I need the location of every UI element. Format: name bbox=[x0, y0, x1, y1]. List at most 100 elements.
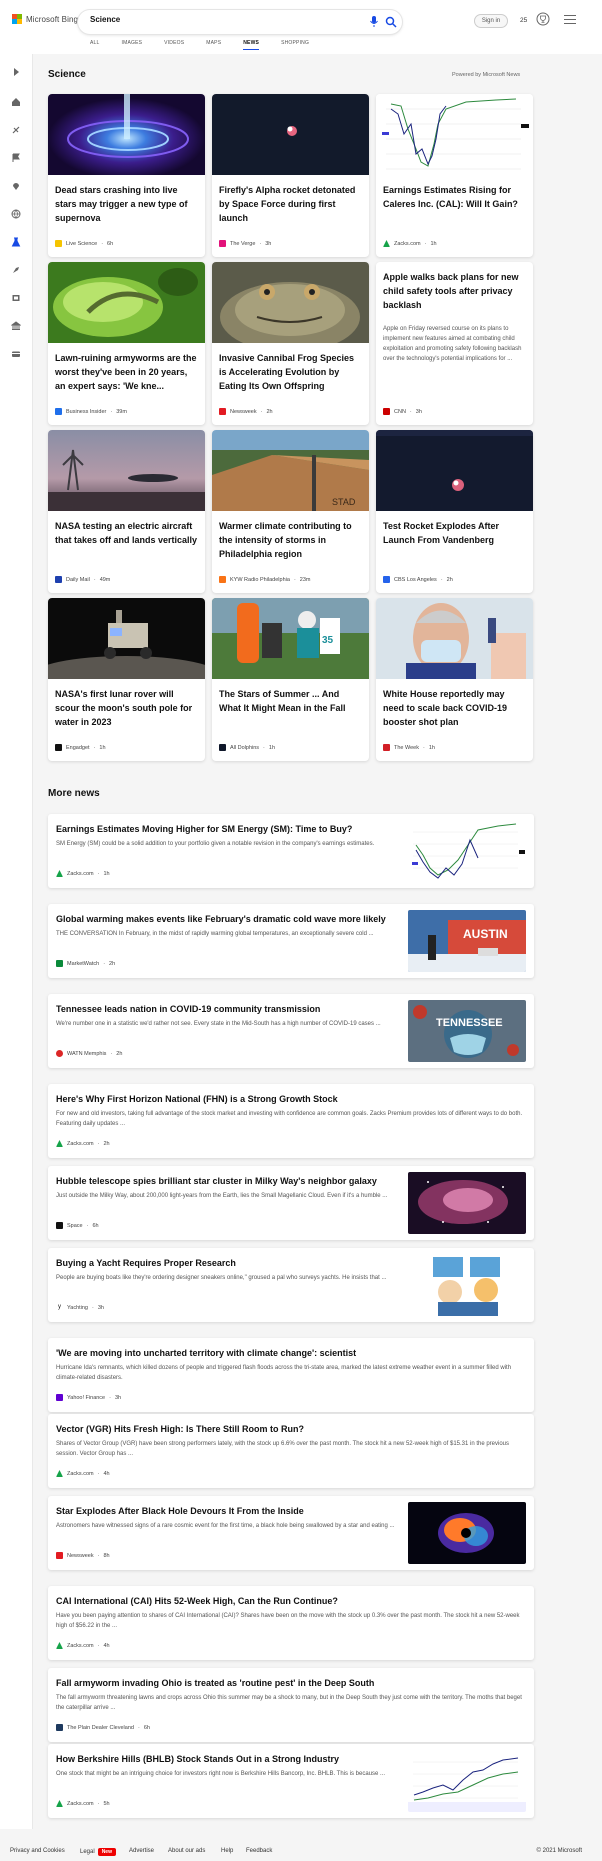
news-row[interactable]: Vector (VGR) Hits Fresh High: Is There S… bbox=[48, 1414, 534, 1488]
news-row[interactable]: Hubble telescope spies brilliant star cl… bbox=[48, 1166, 534, 1240]
expand-rail-icon[interactable] bbox=[10, 66, 22, 78]
engadget-icon bbox=[55, 744, 62, 751]
card-title[interactable]: Invasive Cannibal Frog Species is Accele… bbox=[219, 351, 363, 393]
top-header: Microsoft Bing Sign in 25 ALL IMAGES VID… bbox=[0, 0, 602, 54]
news-card[interactable]: White House reportedly may need to scale… bbox=[376, 598, 533, 761]
card-title[interactable]: White House reportedly may need to scale… bbox=[383, 687, 527, 729]
row-title[interactable]: Earnings Estimates Moving Higher for SM … bbox=[56, 823, 396, 835]
flag-icon[interactable] bbox=[10, 152, 22, 164]
news-row[interactable]: Global warming makes events like Februar… bbox=[48, 904, 534, 978]
news-row[interactable]: Here's Why First Horizon National (FHN) … bbox=[48, 1084, 534, 1158]
footer-link-advertise[interactable]: Advertise bbox=[129, 1848, 154, 1854]
tab-all[interactable]: ALL bbox=[90, 40, 100, 50]
row-snippet: THE CONVERSATION In February, in the mid… bbox=[56, 931, 374, 937]
tab-shopping[interactable]: SHOPPING bbox=[281, 40, 309, 50]
row-title[interactable]: Buying a Yacht Requires Proper Research bbox=[56, 1257, 396, 1269]
kyw-radio-icon bbox=[219, 576, 226, 583]
news-row[interactable]: Fall armyworm invading Ohio is treated a… bbox=[48, 1668, 534, 1742]
news-card[interactable]: Firefly's Alpha rocket detonated by Spac… bbox=[212, 94, 369, 257]
row-title[interactable]: Here's Why First Horizon National (FHN) … bbox=[56, 1093, 526, 1105]
globe-icon[interactable] bbox=[10, 208, 22, 220]
news-card[interactable]: 35 The Stars of Summer ... And What It M… bbox=[212, 598, 369, 761]
the-verge-icon bbox=[219, 240, 226, 247]
news-row[interactable]: Buying a Yacht Requires Proper Research … bbox=[48, 1248, 534, 1322]
film-icon[interactable] bbox=[10, 292, 22, 304]
news-row[interactable]: CAI International (CAI) Hits 52-Week Hig… bbox=[48, 1586, 534, 1660]
tab-maps[interactable]: MAPS bbox=[206, 40, 221, 50]
tab-images[interactable]: IMAGES bbox=[122, 40, 143, 50]
cold-wave-thumbnail: AUSTIN bbox=[408, 910, 526, 972]
footer-link-feedback[interactable]: Feedback bbox=[246, 1848, 272, 1854]
wallet-icon[interactable] bbox=[10, 348, 22, 360]
zacks-icon bbox=[56, 1800, 63, 1807]
bing-logo[interactable]: Microsoft Bing bbox=[12, 14, 78, 24]
microphone-icon[interactable] bbox=[368, 14, 380, 30]
card-title[interactable]: NASA's first lunar rover will scour the … bbox=[55, 687, 199, 729]
card-title[interactable]: Firefly's Alpha rocket detonated by Spac… bbox=[219, 183, 363, 225]
tab-videos[interactable]: VIDEOS bbox=[164, 40, 184, 50]
flooded-street-image: STAD bbox=[212, 430, 369, 511]
row-snippet: SM Energy (SM) could be a solid addition… bbox=[56, 841, 375, 847]
science-icon[interactable] bbox=[10, 236, 22, 248]
left-rail bbox=[0, 54, 33, 1829]
card-title[interactable]: NASA testing an electric aircraft that t… bbox=[55, 519, 199, 547]
news-card[interactable]: Lawn-ruining armyworms are the worst the… bbox=[48, 262, 205, 425]
news-row[interactable]: 'We are moving into uncharted territory … bbox=[48, 1338, 534, 1412]
news-card[interactable]: Invasive Cannibal Frog Species is Accele… bbox=[212, 262, 369, 425]
row-title[interactable]: Hubble telescope spies brilliant star cl… bbox=[56, 1175, 396, 1187]
news-card[interactable]: STAD Warmer climate contributing to the … bbox=[212, 430, 369, 593]
bank-icon[interactable] bbox=[10, 320, 22, 332]
search-input[interactable] bbox=[90, 15, 310, 24]
news-row[interactable]: Tennessee leads nation in COVID-19 commu… bbox=[48, 994, 534, 1068]
news-card[interactable]: Dead stars crashing into live stars may … bbox=[48, 94, 205, 257]
row-snippet: We're number one in a statistic we'd rat… bbox=[56, 1021, 381, 1027]
card-title[interactable]: The Stars of Summer ... And What It Migh… bbox=[219, 687, 363, 715]
electric-aircraft-image bbox=[48, 430, 205, 511]
search-icon[interactable] bbox=[382, 13, 400, 31]
news-card[interactable]: Earnings Estimates Rising for Caleres In… bbox=[376, 94, 533, 257]
row-title[interactable]: Global warming makes events like Februar… bbox=[56, 913, 396, 925]
svg-text:AUSTIN: AUSTIN bbox=[463, 927, 508, 941]
the-week-icon bbox=[383, 744, 390, 751]
row-title[interactable]: Vector (VGR) Hits Fresh High: Is There S… bbox=[56, 1423, 526, 1435]
footer-link-privacy[interactable]: Privacy and Cookies bbox=[10, 1848, 65, 1854]
news-card[interactable]: Apple walks back plans for new child saf… bbox=[376, 262, 533, 425]
row-title[interactable]: CAI International (CAI) Hits 52-Week Hig… bbox=[56, 1595, 526, 1607]
news-card[interactable]: NASA testing an electric aircraft that t… bbox=[48, 430, 205, 593]
card-title[interactable]: Warmer climate contributing to the inten… bbox=[219, 519, 363, 561]
hamburger-menu-icon[interactable] bbox=[564, 15, 576, 25]
row-title[interactable]: Star Explodes After Black Hole Devours I… bbox=[56, 1505, 396, 1517]
home-icon[interactable] bbox=[10, 96, 22, 108]
card-title[interactable]: Lawn-ruining armyworms are the worst the… bbox=[55, 351, 199, 393]
rewards-count[interactable]: 25 bbox=[520, 17, 527, 24]
more-news-title: More news bbox=[48, 788, 100, 799]
news-row[interactable]: How Berkshire Hills (BHLB) Stock Stands … bbox=[48, 1744, 534, 1818]
card-title[interactable]: Dead stars crashing into live stars may … bbox=[55, 183, 199, 225]
footer-link-legal[interactable]: Legal New bbox=[80, 1848, 116, 1856]
news-row[interactable]: Earnings Estimates Moving Higher for SM … bbox=[48, 814, 534, 888]
card-title[interactable]: Test Rocket Explodes After Launch From V… bbox=[383, 519, 527, 547]
card-title[interactable]: Apple walks back plans for new child saf… bbox=[383, 270, 527, 312]
row-title[interactable]: Fall armyworm invading Ohio is treated a… bbox=[56, 1677, 526, 1689]
row-title[interactable]: 'We are moving into uncharted territory … bbox=[56, 1347, 526, 1359]
footer-link-help[interactable]: Help bbox=[221, 1848, 233, 1854]
news-card[interactable]: Test Rocket Explodes After Launch From V… bbox=[376, 430, 533, 593]
stock-chart-thumbnail bbox=[408, 820, 526, 882]
row-title[interactable]: Tennessee leads nation in COVID-19 commu… bbox=[56, 1003, 396, 1015]
stock-chart-thumbnail bbox=[408, 1750, 526, 1812]
card-title[interactable]: Earnings Estimates Rising for Caleres In… bbox=[383, 183, 527, 211]
sign-in-button[interactable]: Sign in bbox=[474, 14, 508, 28]
tab-news[interactable]: NEWS bbox=[243, 40, 260, 50]
footer-link-about-ads[interactable]: About our ads bbox=[168, 1848, 205, 1854]
news-row[interactable]: Star Explodes After Black Hole Devours I… bbox=[48, 1496, 534, 1570]
card-source: Newsweek · 2h bbox=[219, 408, 273, 415]
discover-icon[interactable] bbox=[10, 124, 22, 136]
news-card[interactable]: NASA's first lunar rover will scour the … bbox=[48, 598, 205, 761]
rewards-trophy-icon[interactable] bbox=[536, 12, 550, 26]
row-snippet: People are buying boats like they're ord… bbox=[56, 1275, 387, 1281]
rocket-icon[interactable] bbox=[10, 264, 22, 276]
location-pin-icon[interactable] bbox=[10, 180, 22, 192]
card-source: Business Insider · 39m bbox=[55, 408, 127, 415]
row-title[interactable]: How Berkshire Hills (BHLB) Stock Stands … bbox=[56, 1753, 396, 1765]
business-insider-icon bbox=[55, 408, 62, 415]
